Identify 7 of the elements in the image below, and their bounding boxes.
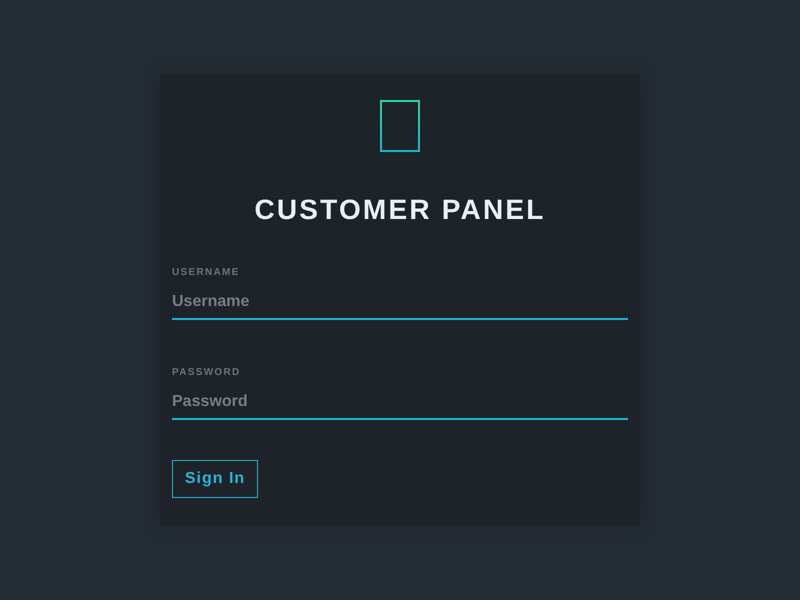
input-field[interactable]: Username [172, 286, 628, 320]
sign-in-button[interactable]: Sign In [172, 460, 258, 498]
logo-icon [380, 100, 420, 152]
field-label: USERNAME [172, 266, 240, 280]
input-field[interactable]: Password [172, 386, 628, 420]
field-label: PASSWORD [172, 366, 241, 380]
panel-title: CUSTOMER PANEL [254, 194, 546, 226]
